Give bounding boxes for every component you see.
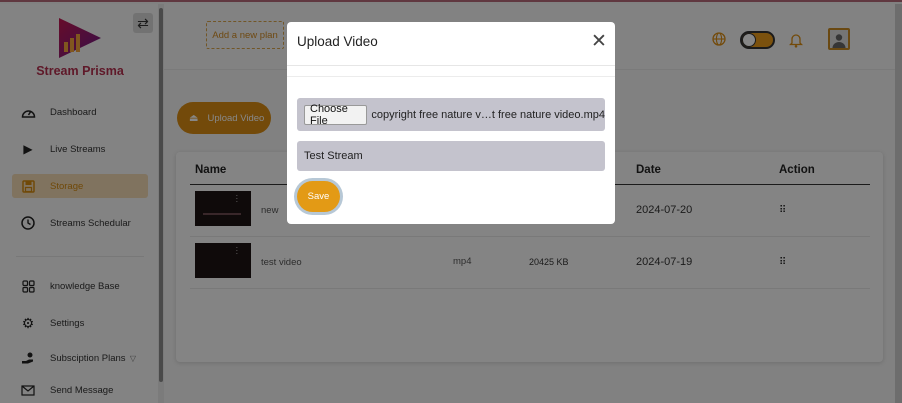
modal-header: Upload Video ✕: [287, 22, 615, 66]
stream-name-input[interactable]: Test Stream: [297, 141, 605, 171]
upload-video-modal: Upload Video ✕ Choose File copyright fre…: [287, 22, 615, 224]
modal-divider: [287, 76, 615, 77]
choose-file-button[interactable]: Choose File: [304, 103, 368, 127]
selected-file-name: copyright free nature v…t free nature vi…: [371, 108, 605, 121]
save-button[interactable]: Save: [297, 181, 340, 212]
modal-title: Upload Video: [297, 34, 378, 49]
close-icon[interactable]: ✕: [591, 32, 607, 52]
file-input[interactable]: Choose File copyright free nature v…t fr…: [297, 98, 605, 131]
